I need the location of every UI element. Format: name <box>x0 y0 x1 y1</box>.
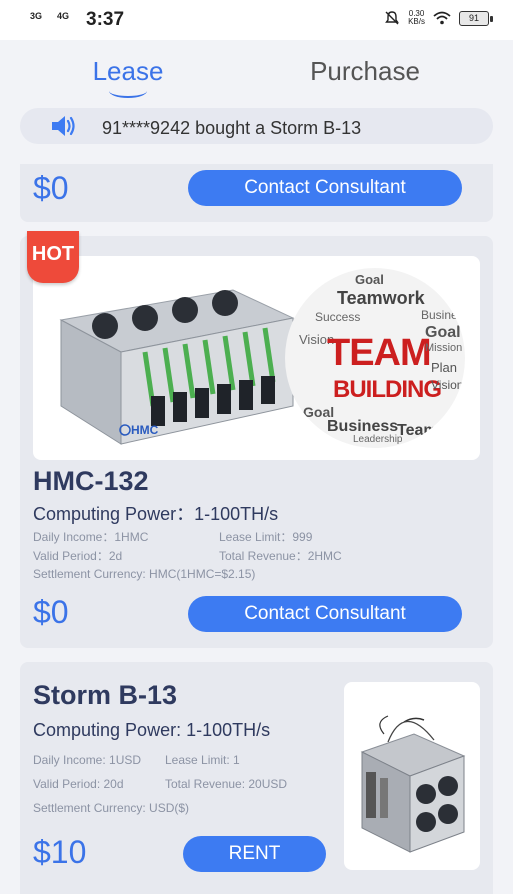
status-time: 3:37 <box>86 9 125 30</box>
hmc-brand-logo: HMC <box>131 423 159 437</box>
hot-badge: HOT <box>27 231 79 283</box>
daily-income: Daily Income：1HMC <box>33 530 149 544</box>
network-speed-unit: KB/s <box>408 17 425 26</box>
word-cloud-word: Success <box>315 310 361 324</box>
word-cloud-word: Teamwork <box>337 288 425 308</box>
purchase-notice-banner: 91****9242 bought a Storm B-13 <box>20 108 493 144</box>
price: $0 <box>33 594 69 630</box>
battery-indicator: 91 <box>459 10 493 26</box>
tab-lease-active-indicator <box>109 84 147 98</box>
network-speed: 0.30 KB/s <box>408 10 425 26</box>
network-3g-indicator: 3G <box>30 11 43 21</box>
rent-button[interactable]: RENT <box>183 836 326 872</box>
product-image: HMC Goal Teamwork Success Business Goal … <box>33 256 480 460</box>
total-revenue: Total Revenue: 20USD <box>165 777 288 791</box>
word-cloud-word: Plan <box>431 360 458 375</box>
computing-power: Computing Power: 1-100TH/s <box>33 720 271 740</box>
contact-consultant-button[interactable]: Contact Consultant <box>188 170 462 206</box>
mute-bell-icon <box>385 11 399 25</box>
product-title: Storm B-13 <box>33 680 178 710</box>
product-card-storm-b-13: Storm B-13 Computing Power: 1-100TH/s Da… <box>20 662 493 894</box>
settlement-currency: Settlement Currency: USD($) <box>33 801 190 815</box>
word-cloud-word: Mission <box>425 342 463 354</box>
status-bar: 3G 4G 3:37 0.30 KB/s 91 <box>0 0 513 40</box>
status-right-group: 0.30 KB/s 91 <box>384 10 493 26</box>
lease-limit: Lease Limit: 1 <box>165 753 240 767</box>
word-cloud-word: Business <box>421 308 465 322</box>
computing-power: Computing Power：1-100TH/s <box>33 504 279 524</box>
product-card-partial: $0 Contact Consultant <box>20 164 493 222</box>
product-image <box>344 682 480 870</box>
contact-consultant-button[interactable]: Contact Consultant <box>188 596 462 632</box>
building-text: BUILDING <box>333 376 442 403</box>
lease-limit: Lease Limit：999 <box>219 530 313 544</box>
settlement-currency: Settlement Currency: HMC(1HMC=$2.15) <box>33 567 256 581</box>
price: $10 <box>33 834 87 870</box>
product-title: HMC-132 <box>33 466 149 496</box>
team-building-word-cloud: Goal Teamwork Success Business Goal Visi… <box>285 268 465 448</box>
speaker-icon <box>52 116 75 136</box>
tab-lease[interactable]: Lease <box>68 56 188 87</box>
word-cloud-word: Team <box>397 422 438 439</box>
valid-period: Valid Period: 20d <box>33 777 124 791</box>
notice-text: 91****9242 bought a Storm B-13 <box>102 118 362 138</box>
product-card-hmc-132: HMC Goal Teamwork Success Business Goal … <box>20 231 493 648</box>
daily-income: Daily Income: 1USD <box>33 753 142 767</box>
total-revenue: Total Revenue：2HMC <box>219 549 342 563</box>
word-cloud-word: Leadership <box>353 434 403 445</box>
wifi-icon <box>433 11 451 25</box>
price: $0 <box>33 170 69 206</box>
team-text: TEAM <box>327 332 432 374</box>
valid-period: Valid Period：2d <box>33 549 123 563</box>
word-cloud-word: Vision <box>431 378 464 392</box>
word-cloud-word: Goal <box>355 272 384 287</box>
network-4g-indicator: 4G <box>57 11 70 21</box>
tab-purchase[interactable]: Purchase <box>295 56 435 87</box>
asic-miner-illustration <box>360 715 466 853</box>
